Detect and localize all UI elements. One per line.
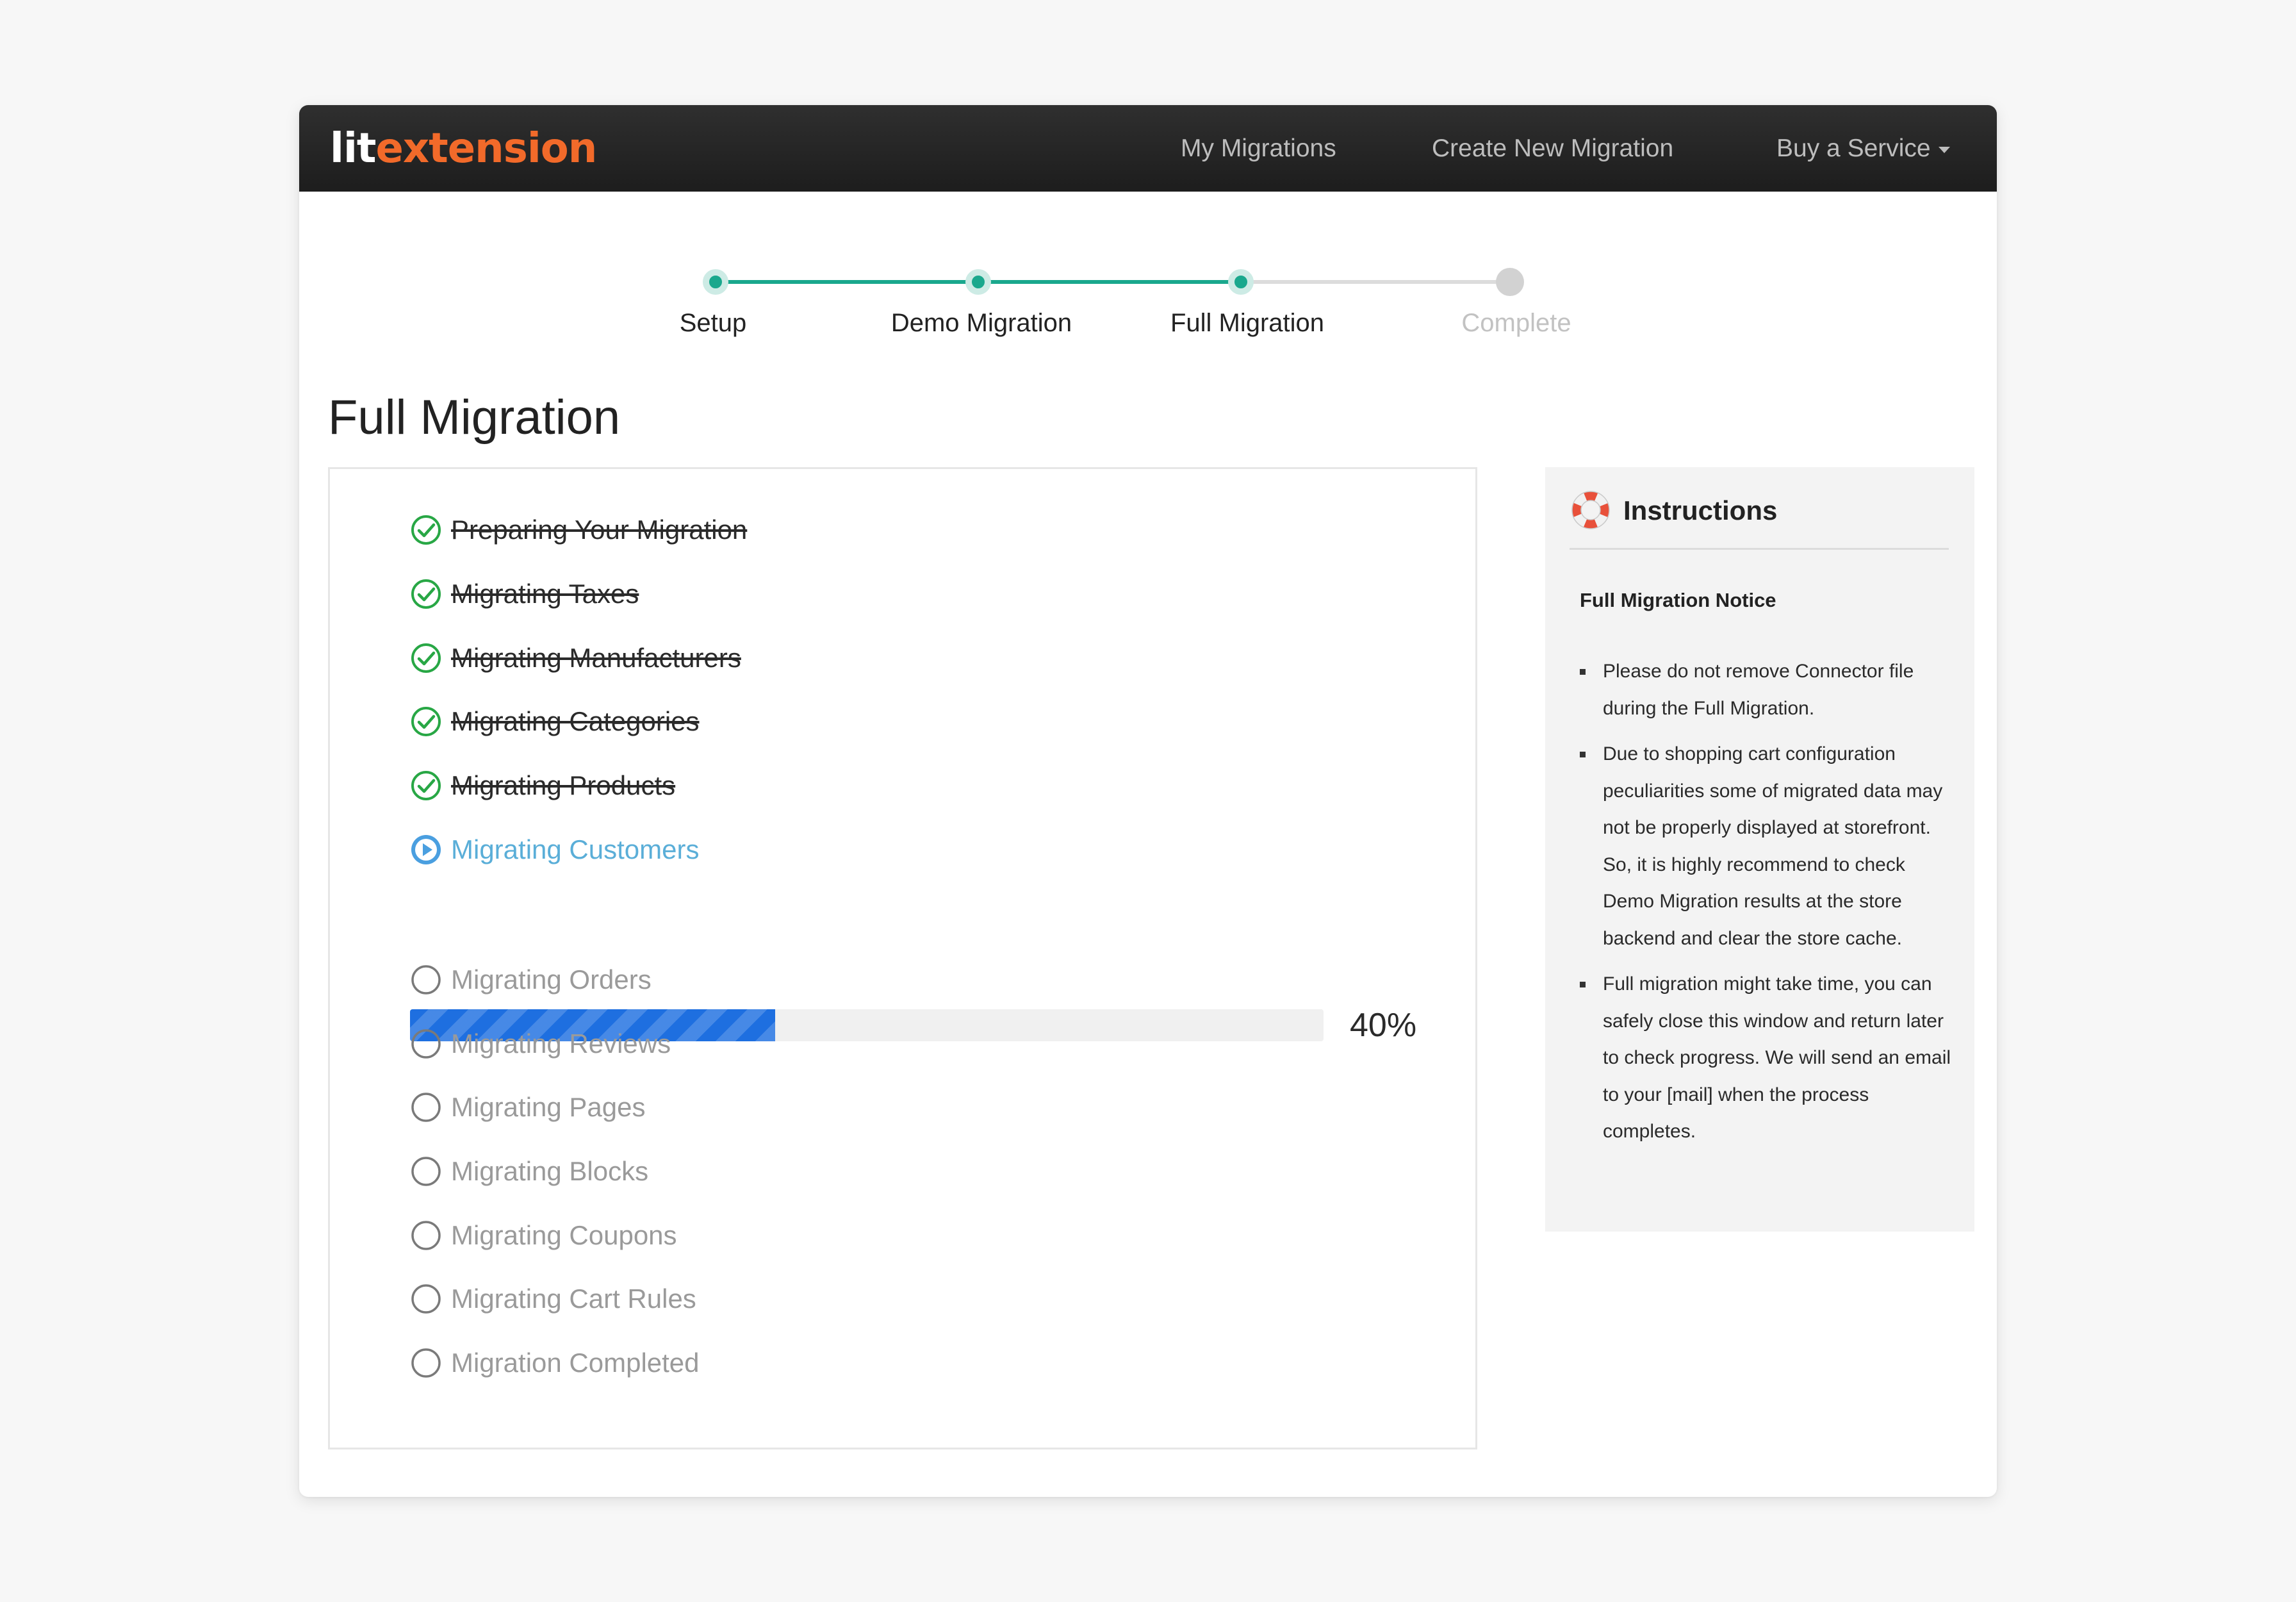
task-label: Migrating Cart Rules <box>451 1284 696 1314</box>
notice-title: Full Migration Notice <box>1580 589 1776 611</box>
check-circle-icon <box>411 579 441 609</box>
nav-buy-a-service-label: Buy a Service <box>1776 135 1931 162</box>
task-label: Migrating Taxes <box>451 579 639 609</box>
step-dot-demo-migration <box>965 269 991 295</box>
nav-buy-a-service[interactable]: Buy a Service <box>1776 105 1950 192</box>
task-migrating-cart-rules: Migrating Cart Rules <box>410 1280 696 1318</box>
nav-create-new-migration[interactable]: Create New Migration <box>1432 105 1673 192</box>
page-title: Full Migration <box>328 390 621 445</box>
logo-suffix: extension <box>375 125 597 172</box>
task-label: Migrating Coupons <box>451 1220 677 1250</box>
task-migrating-manufacturers: Migrating Manufacturers <box>410 639 741 677</box>
task-label: Migration Completed <box>451 1348 700 1378</box>
task-label: Migrating Customers <box>451 834 700 864</box>
caret-down-icon <box>1938 146 1950 153</box>
instructions-header: Instructions <box>1570 491 1949 550</box>
task-label: Migrating Reviews <box>451 1028 671 1059</box>
app-window: litextension My Migrations Create New Mi… <box>299 105 1997 1497</box>
notice-item: Due to shopping cart configuration pecul… <box>1580 736 1951 957</box>
task-label: Preparing Your Migration <box>451 515 748 545</box>
task-label: Migrating Blocks <box>451 1156 649 1186</box>
task-label: Migrating Categories <box>451 706 700 736</box>
instructions-title: Instructions <box>1623 495 1778 525</box>
task-migrating-blocks: Migrating Blocks <box>410 1152 648 1191</box>
check-circle-icon <box>411 707 441 736</box>
task-migrating-products: Migrating Products <box>410 766 675 805</box>
task-migrating-coupons: Migrating Coupons <box>410 1216 677 1255</box>
step-dot-complete <box>1496 268 1524 296</box>
empty-circle-icon <box>411 1348 441 1378</box>
check-circle-icon <box>411 771 441 800</box>
task-migrating-orders: Migrating Orders <box>410 961 652 999</box>
litextension-logo[interactable]: litextension <box>330 123 597 174</box>
check-circle-icon <box>411 643 441 673</box>
task-preparing-your-migration: Preparing Your Migration <box>410 511 747 549</box>
empty-circle-icon <box>411 1093 441 1122</box>
task-migrating-categories: Migrating Categories <box>410 702 700 741</box>
check-circle-icon <box>411 515 441 545</box>
migration-progress-panel: Preparing Your Migration Migrating Taxes… <box>328 467 1477 1449</box>
empty-circle-icon <box>411 1029 441 1059</box>
task-label: Migrating Pages <box>451 1092 646 1122</box>
task-migration-completed: Migration Completed <box>410 1344 700 1382</box>
lifebuoy-icon <box>1571 491 1610 529</box>
top-navbar: litextension My Migrations Create New Mi… <box>299 105 1997 192</box>
empty-circle-icon <box>411 1221 441 1250</box>
progress-percentage: 40% <box>1350 1007 1417 1044</box>
step-label-demo-migration: Demo Migration <box>890 309 1072 337</box>
task-migrating-reviews: Migrating Reviews <box>410 1025 671 1063</box>
task-label: Migrating Orders <box>451 964 652 995</box>
notice-item: Please do not remove Connector file duri… <box>1580 653 1951 727</box>
empty-circle-icon <box>411 1284 441 1314</box>
empty-circle-icon <box>411 1157 441 1186</box>
task-migrating-taxes: Migrating Taxes <box>410 575 639 613</box>
task-migrating-customers: Migrating Customers <box>410 830 699 869</box>
nav-my-migrations[interactable]: My Migrations <box>1181 105 1336 192</box>
step-dot-setup <box>703 269 728 295</box>
logo-prefix: lit <box>330 125 376 172</box>
play-circle-icon <box>411 835 441 864</box>
step-label-complete: Complete <box>1461 309 1571 337</box>
step-connector <box>978 280 1241 284</box>
notice-list: Please do not remove Connector file duri… <box>1580 653 1951 1159</box>
empty-circle-icon <box>411 965 441 995</box>
step-connector <box>716 280 978 284</box>
task-label: Migrating Manufacturers <box>451 643 741 673</box>
task-label: Migrating Products <box>451 770 676 800</box>
step-label-setup: Setup <box>679 309 747 337</box>
task-migrating-pages: Migrating Pages <box>410 1088 646 1127</box>
notice-item: Full migration might take time, you can … <box>1580 966 1951 1150</box>
step-connector <box>1241 280 1510 284</box>
step-label-full-migration: Full Migration <box>1170 309 1325 337</box>
instructions-panel: Instructions Full Migration Notice Pleas… <box>1545 467 1974 1232</box>
step-dot-full-migration <box>1228 269 1254 295</box>
